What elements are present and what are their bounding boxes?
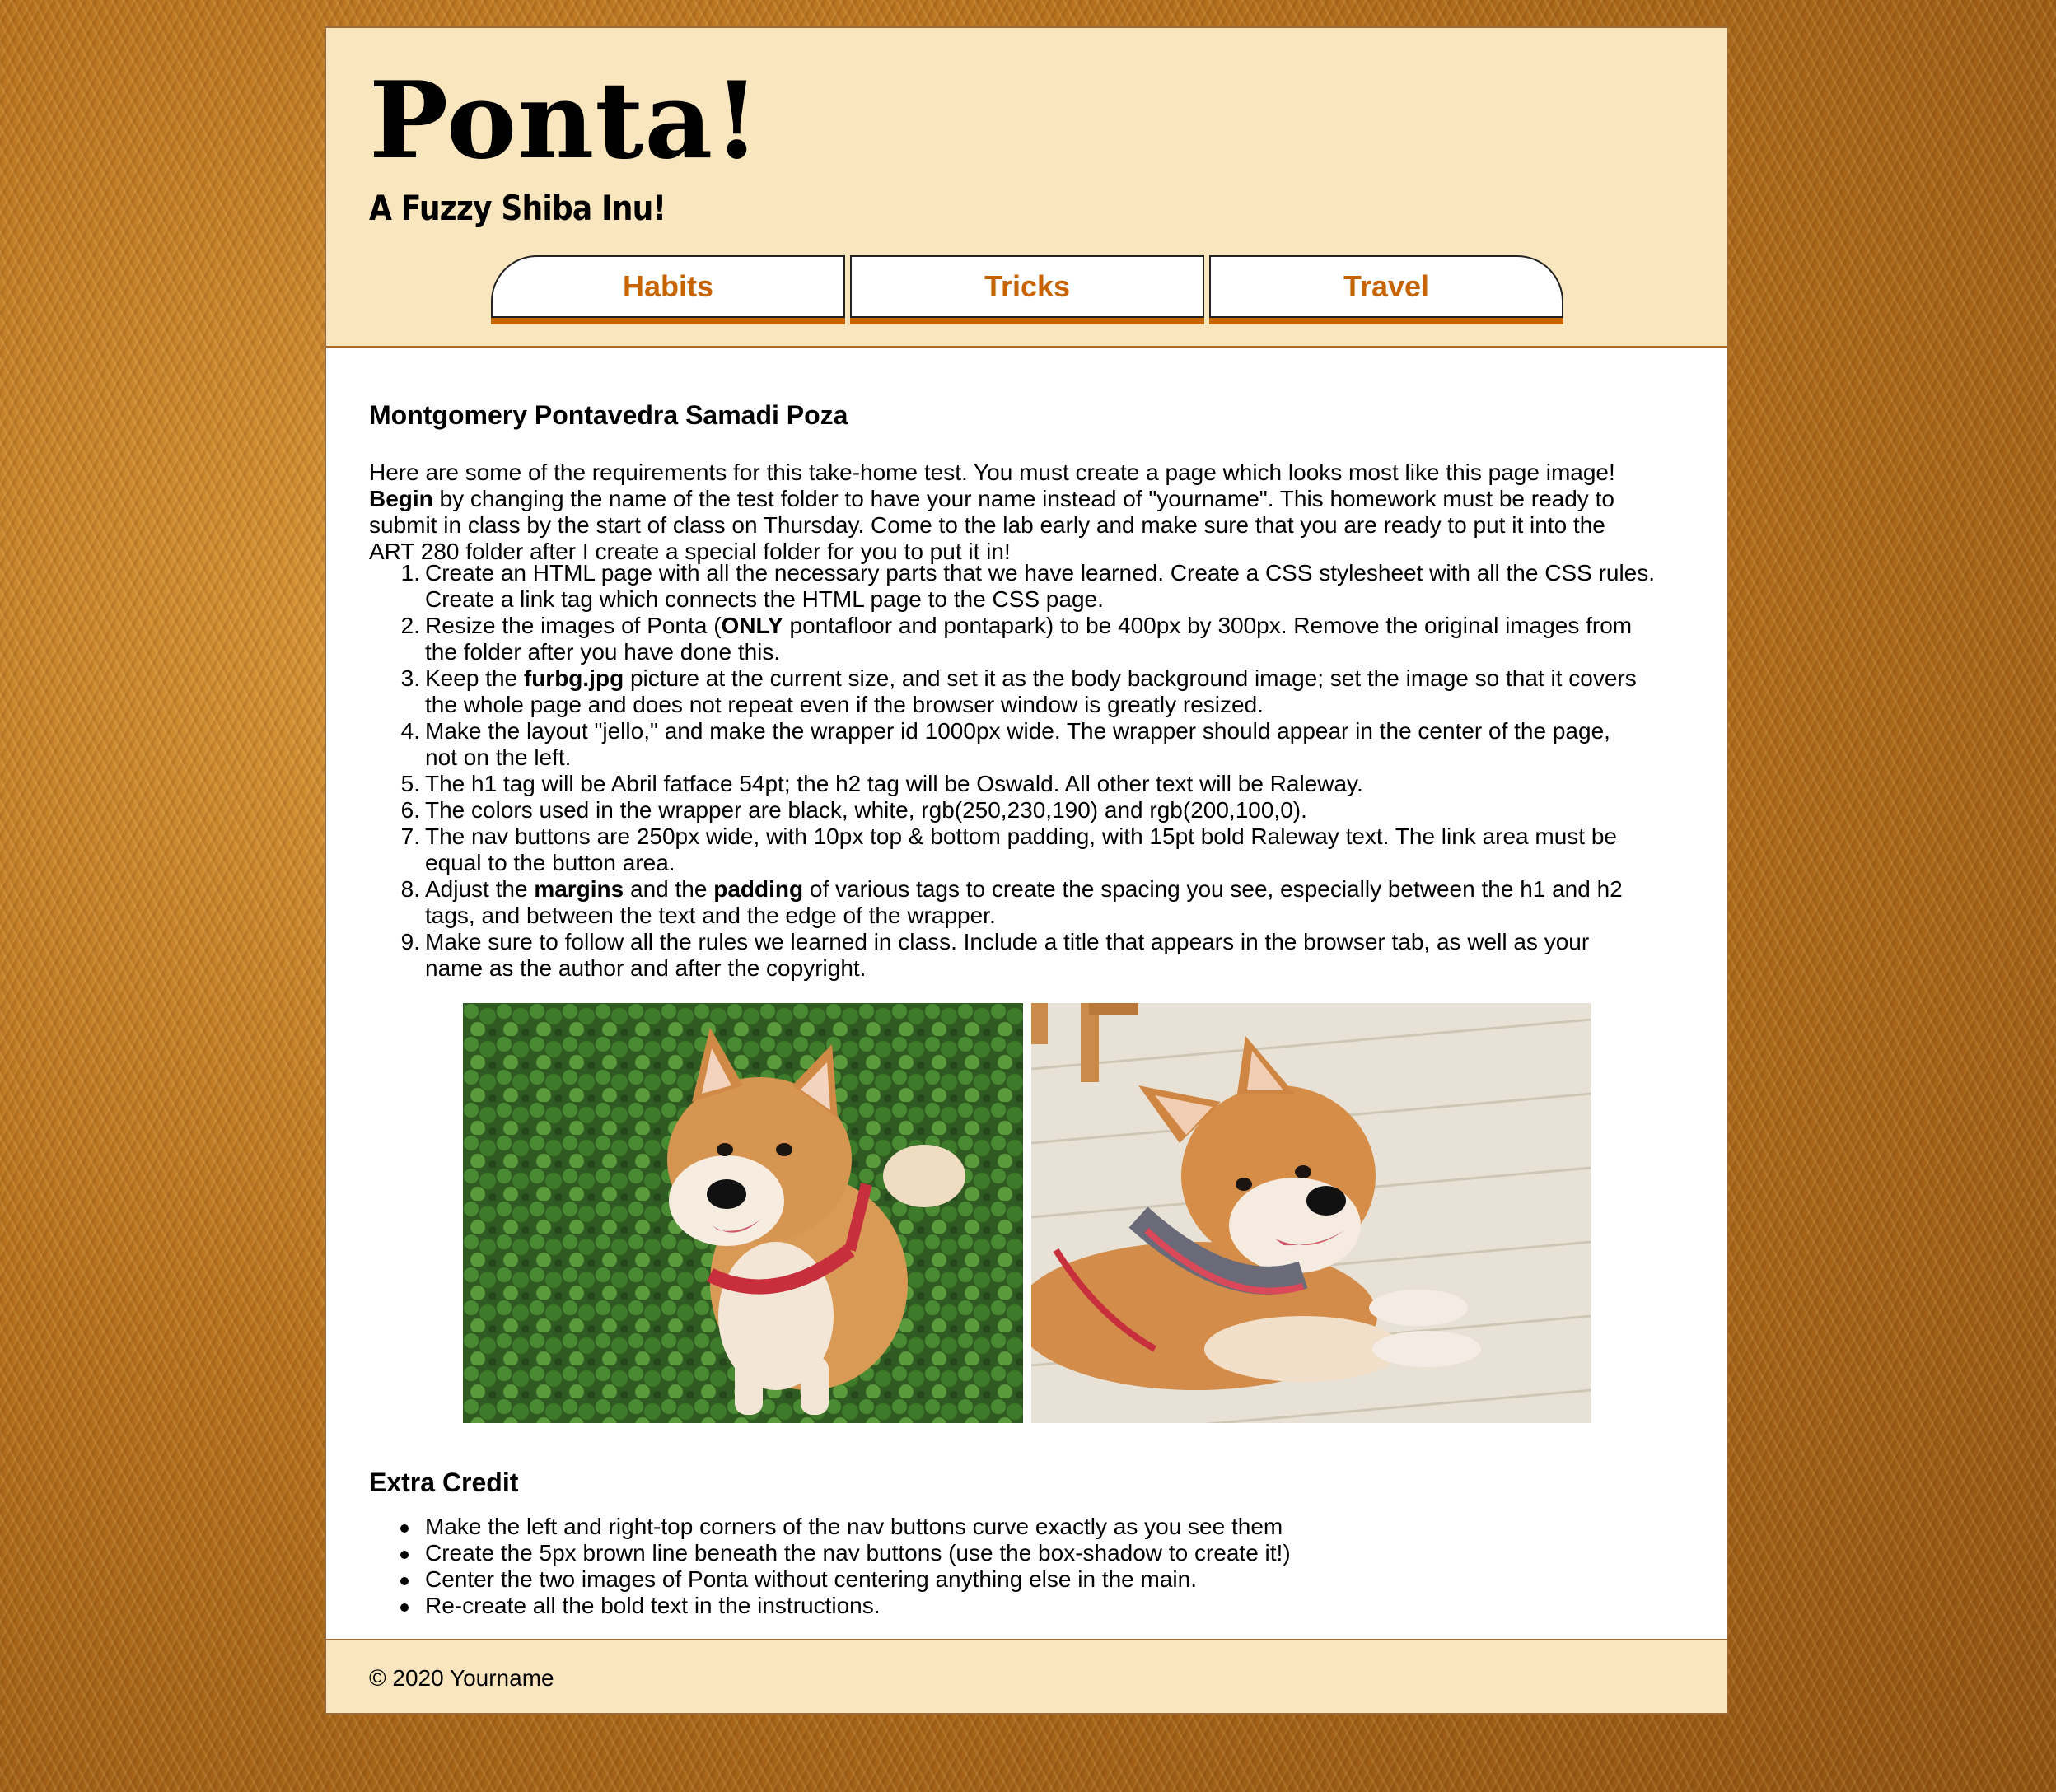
bullet (400, 1524, 409, 1533)
page-title: Ponta! (369, 59, 761, 183)
bold-text: Begin (369, 486, 433, 511)
list-text: Create the 5px brown line beneath the na… (425, 1540, 1291, 1566)
list-text: tags, and between the text and the edge … (425, 903, 996, 928)
student-name-heading: Montgomery Pontavedra Samadi Poza (369, 400, 848, 430)
bullet (400, 1577, 409, 1585)
pontapark-photo (463, 1003, 1023, 1423)
intro-line: Here are some of the requirements for th… (369, 460, 1615, 485)
nav-tricks-button[interactable]: Tricks (850, 255, 1204, 318)
nav-habits-button[interactable]: Habits (491, 255, 845, 318)
copyright-text: © 2020 Yourname (369, 1665, 554, 1691)
pontafloor-image (1031, 1003, 1591, 1423)
list-number: 9. (400, 929, 420, 954)
list-text: Create a link tag which connects the HTM… (425, 586, 1104, 612)
list-number: 1. (400, 560, 420, 586)
intro-paragraph: Here are some of the requirements for th… (369, 460, 1695, 565)
wrapper: Ponta! A Fuzzy Shiba Inu! Habits Tricks … (325, 26, 1728, 1715)
list-text: The nav buttons are 250px wide, with 10p… (425, 824, 1618, 849)
list-number: 6. (400, 797, 420, 823)
list-number: 7. (400, 824, 420, 849)
list-text: Make the layout "jello," and make the wr… (425, 718, 1610, 744)
list-text: Adjust the margins and the padding of va… (425, 876, 1623, 902)
page-header: Ponta! A Fuzzy Shiba Inu! Habits Tricks … (326, 28, 1727, 348)
pontafloor-photo (1031, 1003, 1591, 1423)
pontapark-image (463, 1003, 1023, 1423)
intro-text: by changing the name of the test folder … (432, 486, 1614, 511)
bold-text: ONLY (721, 613, 783, 638)
list-number: 2. (400, 613, 420, 638)
bullet (400, 1551, 409, 1559)
bold-text: furbg.jpg (523, 665, 624, 691)
page-subtitle: A Fuzzy Shiba Inu! (369, 188, 666, 228)
bold-text: margins (534, 876, 624, 902)
list-text: Resize the images of Ponta (ONLY pontafl… (425, 613, 1633, 638)
list-text: The h1 tag will be Abril fatface 54pt; t… (425, 771, 1363, 796)
nav-travel-button[interactable]: Travel (1209, 255, 1563, 318)
list-text: not on the left. (425, 744, 572, 770)
extra-credit-heading: Extra Credit (369, 1468, 519, 1497)
list-text: the whole page and does not repeat even … (425, 692, 1264, 717)
list-text: The colors used in the wrapper are black… (425, 797, 1307, 823)
intro-line: Begin by changing the name of the test f… (369, 486, 1695, 512)
list-text: Make sure to follow all the rules we lea… (425, 929, 1590, 954)
intro-line: submit in class by the start of class on… (369, 512, 1605, 538)
list-text: name as the author and after the copyrig… (425, 955, 867, 981)
photo-row (463, 1003, 1591, 1423)
list-text: Make the left and right-top corners of t… (425, 1514, 1283, 1539)
list-text: Center the two images of Ponta without c… (425, 1566, 1197, 1592)
list-text: the folder after you have done this. (425, 639, 781, 665)
list-text: equal to the button area. (425, 850, 675, 875)
bold-text: padding (713, 876, 804, 902)
list-number: 5. (400, 771, 420, 796)
list-number: 4. (400, 718, 420, 744)
list-text: Create an HTML page with all the necessa… (425, 560, 1656, 586)
page-footer: © 2020 Yourname (326, 1639, 1727, 1713)
list-text: Re-create all the bold text in the instr… (425, 1593, 881, 1618)
list-text: Keep the furbg.jpg picture at the curren… (425, 665, 1637, 691)
list-number: 8. (400, 876, 420, 902)
bullet (400, 1603, 409, 1612)
list-number: 3. (400, 665, 420, 691)
